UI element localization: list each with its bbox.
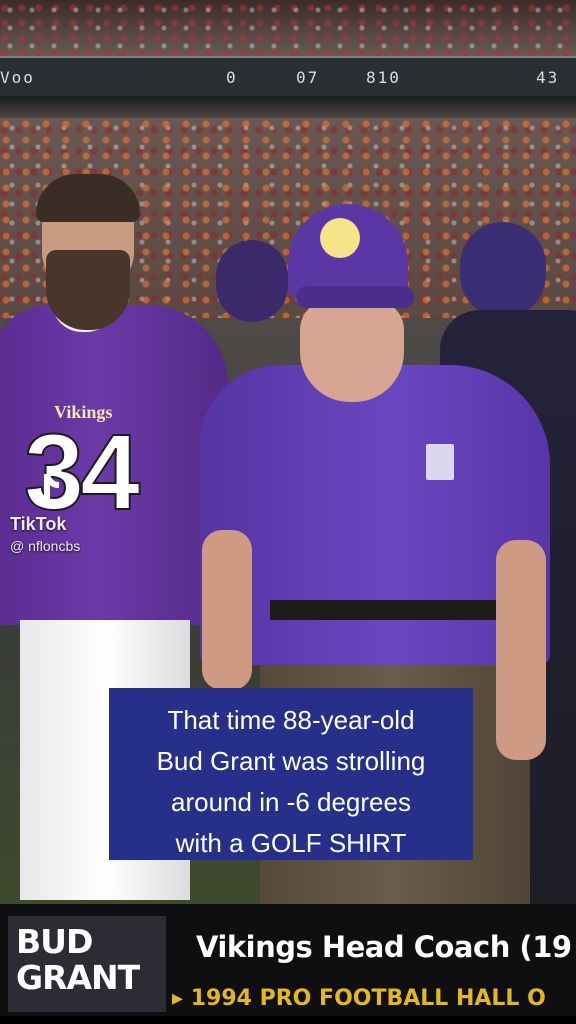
coach-arm-right [496, 540, 546, 760]
tiktok-watermark: TikTok @ nfloncbs [10, 470, 130, 560]
scoreboard-cell: 43 [536, 68, 560, 87]
arrow-icon: ▸ [172, 986, 184, 1011]
caption-line: with a GOLF SHIRT [175, 828, 407, 858]
scoreboard-cell: 0 [226, 68, 238, 87]
vikings-logo-icon [320, 218, 360, 258]
tiktok-note-icon [32, 474, 59, 506]
name-first: BUD [16, 922, 93, 961]
video-frame: Voo 0 07 810 43 Vikings 34 TikTok @ nflo… [0, 0, 576, 1024]
video-caption: That time 88-year-old Bud Grant was stro… [109, 688, 473, 860]
caption-line: That time 88-year-old [167, 705, 415, 735]
lower-third-title: Vikings Head Coach (19 [196, 930, 572, 964]
broadcast-lower-third: BUD GRANT Vikings Head Coach (19 ▸ 1994 … [0, 904, 576, 1016]
scoreboard-cell: 810 [366, 68, 401, 87]
lower-third-subtitle: ▸ 1994 PRO FOOTBALL HALL O [172, 986, 546, 1011]
caption-line: Bud Grant was strolling [156, 746, 426, 776]
name-last: GRANT [16, 958, 140, 997]
stadium-scoreboard: Voo 0 07 810 43 [0, 56, 576, 100]
scoreboard-left-text: Voo [0, 68, 35, 87]
player-hair [36, 174, 140, 222]
stadium-overhang [0, 96, 576, 120]
caption-line: around in -6 degrees [171, 787, 411, 817]
coach-face [300, 300, 404, 402]
coach-belt [270, 600, 520, 620]
tiktok-brand: TikTok [10, 514, 67, 534]
coach-arm-left [202, 530, 252, 690]
stadium-crowd-upper [0, 0, 576, 60]
tiktok-handle: @ nfloncbs [10, 538, 81, 554]
cap-brim [296, 286, 414, 308]
lower-third-subtitle-text: 1994 PRO FOOTBALL HALL O [190, 986, 546, 1011]
player-beard [46, 250, 130, 330]
scoreboard-cell: 07 [296, 68, 320, 87]
bottom-border [0, 1016, 576, 1024]
shirt-logo-patch [426, 444, 454, 480]
